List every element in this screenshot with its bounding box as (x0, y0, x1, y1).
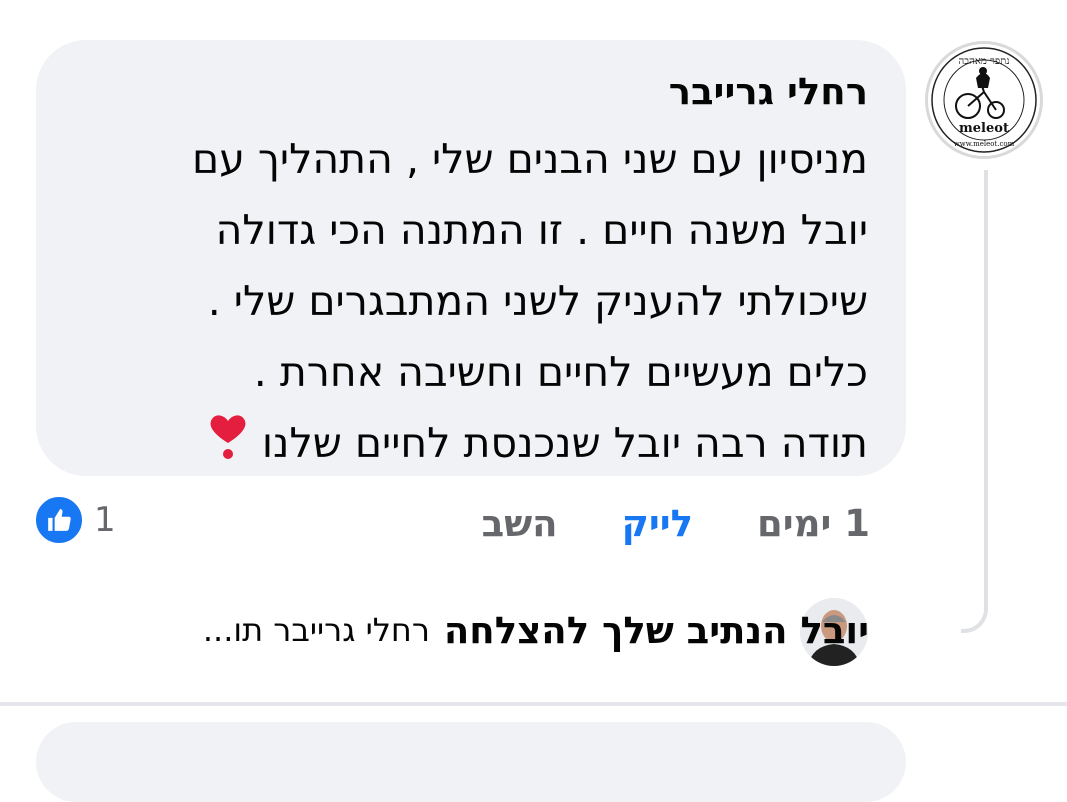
like-thumb-icon (34, 495, 84, 545)
reply-button[interactable]: השב (482, 502, 558, 545)
reaction-summary[interactable]: 1 (34, 495, 116, 545)
comment-timestamp[interactable]: 1 ימים (757, 502, 870, 545)
comment-divider (0, 702, 1067, 706)
comment-author-name[interactable]: רחלי גרייבר (669, 66, 868, 118)
reaction-count: 1 (94, 500, 116, 540)
avatar-url-text: www.meleot.com (954, 140, 1015, 148)
comment-body: מניסיון עם שני הבנים שלי , התהליך עם יוב… (68, 124, 868, 483)
meleot-logo-icon: נתפר מאהבה meleot www.meleot.com (931, 47, 1037, 153)
comment-line-last: תודה רבה יובל שנכנסת לחיים שלנו (68, 408, 868, 483)
avatar-top-text: נתפר מאהבה (959, 56, 1010, 67)
reply-snippet: רחלי גרייבר תו... (202, 611, 430, 649)
reply-preview[interactable]: יובל הנתיב שלך להצלחה רחלי גרייבר תו... (203, 600, 869, 660)
comment-line: יובל משנה חיים . זו המתנה הכי גדולה (215, 206, 868, 254)
comment-bubble: רחלי גרייבר מניסיון עם שני הבנים שלי , ה… (36, 40, 906, 476)
reply-author-name[interactable]: יובל הנתיב שלך להצלחה (444, 609, 869, 652)
comment-line: מניסיון עם שני הבנים שלי , התהליך עם (192, 135, 868, 183)
comment-line: שיכולתי להעניק לשני המתבגרים שלי . (207, 277, 868, 325)
thread-connector-line (961, 170, 988, 633)
like-button[interactable]: לייק (622, 502, 693, 545)
comment-actions: 1 ימים לייק השב (460, 495, 870, 551)
next-comment-bubble (36, 722, 906, 802)
avatar-brand-text: meleot (959, 121, 1009, 136)
commenter-avatar[interactable]: נתפר מאהבה meleot www.meleot.com (925, 41, 1043, 159)
comment-line: כלים מעשיים לחיים וחשיבה אחרת . (253, 348, 868, 396)
comment-line: תודה רבה יובל שנכנסת לחיים שלנו (261, 419, 868, 467)
red-heart-icon (206, 412, 250, 483)
